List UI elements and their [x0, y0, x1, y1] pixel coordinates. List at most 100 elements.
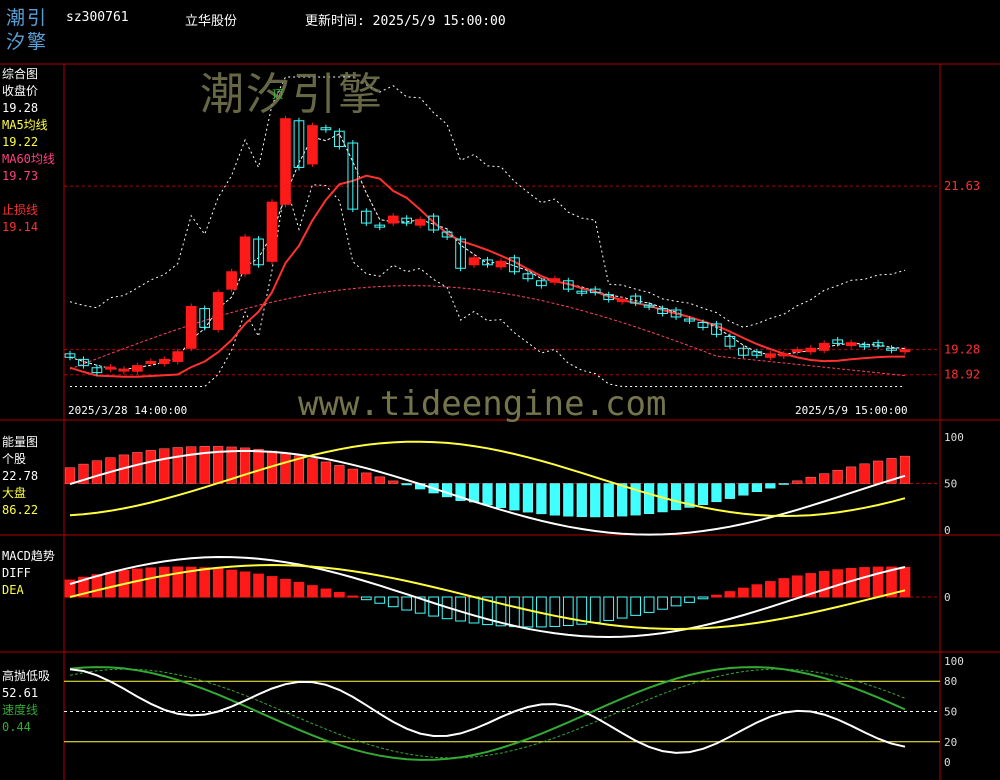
energy-bar	[307, 458, 318, 484]
macd-bar	[105, 571, 116, 598]
energy-bar	[751, 483, 762, 493]
main-panel-title: 综合图	[2, 67, 39, 81]
watermark-url: www.tideengine.com	[298, 384, 667, 424]
energy-bar	[711, 483, 722, 503]
dea-label: DEA	[2, 583, 24, 597]
macd-panel-labels: MACD趋势 DIFF DEA	[2, 548, 55, 599]
energy-bar	[280, 453, 291, 484]
macd-bar	[307, 585, 318, 598]
price-axis-label: 21.63	[944, 179, 980, 193]
candle-body	[845, 342, 857, 346]
macd-bar	[226, 569, 237, 598]
candle-body	[818, 342, 830, 351]
macd-bar	[387, 596, 399, 608]
candle-body	[805, 347, 817, 353]
stop-label: 止损线	[2, 203, 39, 217]
candle-body	[185, 306, 197, 349]
macd-bar	[764, 581, 776, 598]
macd-bar	[711, 594, 722, 598]
macd-bar	[549, 596, 561, 627]
ma5-value: 19.22	[2, 135, 39, 149]
macd-bar	[509, 596, 520, 628]
macd-bar	[468, 596, 480, 624]
energy-bar	[563, 483, 574, 517]
candle-body	[468, 257, 480, 266]
watermark-title: 潮汐引擎	[200, 69, 384, 120]
hilo-value: 52.61	[2, 686, 39, 700]
energy-bar	[859, 463, 870, 484]
macd-bar	[280, 578, 291, 598]
candle-body	[616, 299, 628, 303]
top-marker: 顶	[272, 88, 283, 101]
date-end: 2025/5/9 15:00:00	[795, 404, 908, 417]
price-axis-label: 19.28	[944, 343, 980, 357]
macd-bar	[630, 596, 641, 616]
energy-bar	[334, 465, 345, 484]
close-label: 收盘价	[2, 84, 39, 98]
macd-bar	[522, 596, 534, 628]
energy-bar	[846, 466, 857, 484]
stop-value: 19.14	[2, 220, 39, 234]
energy-bar	[522, 483, 534, 513]
energy-bar	[388, 480, 399, 484]
energy-bar	[509, 483, 520, 511]
candle-body	[239, 236, 251, 275]
macd-bar	[859, 567, 870, 598]
macd-bar	[643, 596, 655, 613]
macd-bar	[899, 566, 911, 598]
energy-bar	[819, 473, 830, 484]
market-energy-label: 大盘	[2, 486, 27, 500]
macd-bar	[455, 596, 466, 622]
hilo-axis-label: 100	[944, 655, 964, 668]
energy-bar	[172, 447, 183, 484]
macd-bar	[360, 596, 372, 601]
energy-bar	[549, 483, 560, 516]
macd-bar	[872, 566, 884, 598]
macd-bar	[751, 584, 763, 598]
stock-energy-label: 个股	[2, 452, 27, 466]
macd-bar	[347, 595, 359, 598]
macd-bar	[158, 566, 170, 598]
diff-label: DIFF	[2, 566, 31, 580]
macd-bar	[684, 596, 695, 603]
macd-bar	[603, 596, 615, 621]
energy-title: 能量图	[2, 435, 39, 449]
energy-bar	[738, 483, 749, 496]
hilo-axis-label: 80	[944, 675, 957, 688]
hilo-axis-label: 0	[944, 756, 951, 769]
energy-bar	[576, 483, 587, 518]
macd-bar	[791, 575, 803, 598]
candle-body	[226, 271, 237, 290]
hilo-panel	[64, 666, 940, 761]
candle-body	[495, 260, 507, 268]
macd-bar	[697, 596, 709, 600]
energy-bar	[495, 483, 507, 508]
candle-body	[266, 201, 278, 262]
main-price-panel	[64, 76, 940, 387]
macd-bar	[145, 567, 157, 598]
energy-panel-labels: 能量图 个股 22.78 大盘 86.22	[2, 434, 38, 519]
right-axis: 21.63 19.28 18.92 100 50 0 0 100 80 50 20 0	[944, 179, 980, 769]
energy-bar	[536, 483, 547, 515]
energy-bar	[617, 483, 628, 517]
macd-axis-label: 0	[944, 591, 951, 604]
macd-bar	[320, 588, 332, 598]
energy-bar	[644, 483, 655, 514]
candle-body	[791, 349, 803, 353]
candle-body	[549, 278, 561, 283]
hilo-axis-label: 50	[944, 706, 957, 719]
candle-body	[105, 366, 116, 370]
energy-bar	[872, 460, 884, 484]
energy-axis-label: 0	[944, 524, 951, 537]
energy-bar	[64, 467, 76, 484]
macd-bar	[589, 596, 601, 624]
energy-bar	[186, 446, 197, 484]
energy-axis-label: 50	[944, 478, 957, 491]
macd-bar	[778, 578, 790, 598]
energy-bar	[374, 476, 385, 484]
macd-bar	[266, 576, 278, 598]
candle-body	[899, 349, 911, 353]
candle-body	[414, 219, 426, 226]
macd-bar	[212, 568, 224, 598]
energy-bar	[253, 449, 264, 484]
